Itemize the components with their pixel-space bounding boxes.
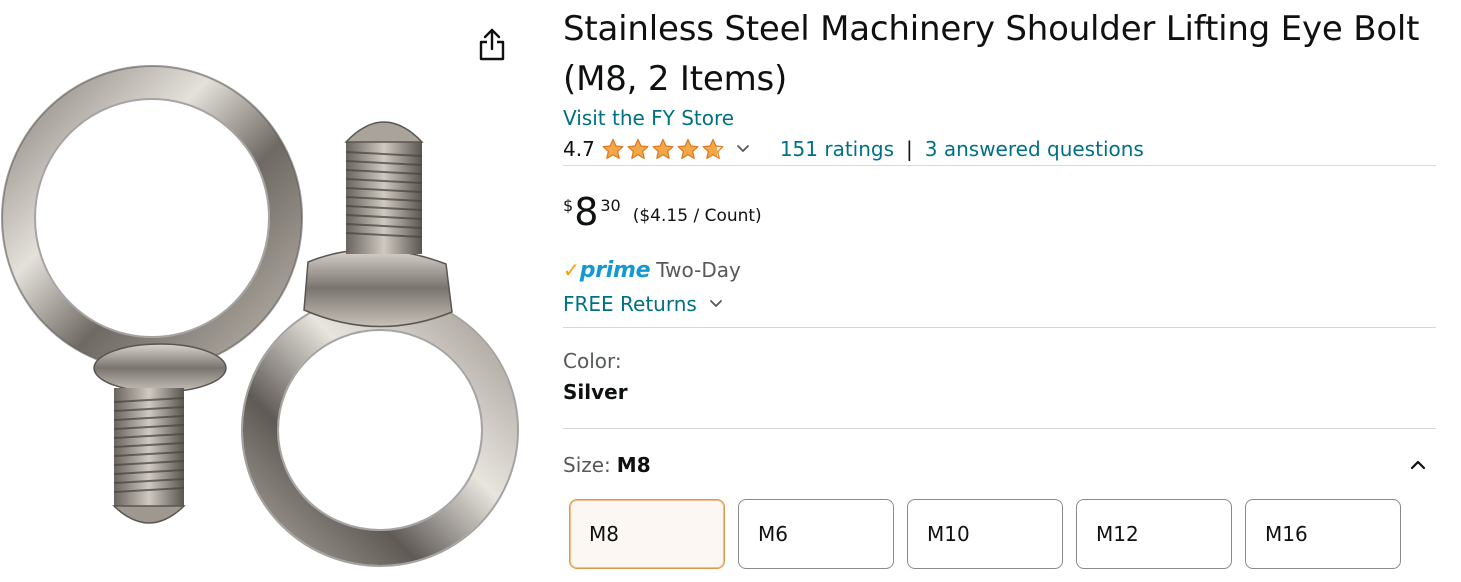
size-option-m8[interactable]: M8	[569, 499, 725, 569]
star-icon	[702, 138, 724, 159]
size-option-m10[interactable]: M10	[907, 499, 1063, 569]
size-label: Size:	[563, 453, 611, 477]
star-icon	[677, 138, 699, 159]
size-selector-header[interactable]: Size: M8	[563, 451, 1438, 479]
price-whole: 8	[574, 190, 599, 234]
size-option-label: M6	[758, 522, 788, 546]
size-option-label: M16	[1265, 522, 1308, 546]
size-option-label: M8	[589, 522, 619, 546]
eye-bolts-photo	[1, 65, 519, 567]
star-rating[interactable]	[601, 138, 726, 160]
share-icon	[479, 28, 505, 61]
chevron-down-icon	[736, 145, 749, 153]
color-value: Silver	[563, 380, 628, 404]
free-returns-toggle[interactable]: FREE Returns	[563, 290, 723, 318]
separator: |	[906, 137, 913, 161]
color-label: Color:	[563, 349, 622, 373]
price: $ 8 30 ($4.15 / Count)	[563, 192, 762, 240]
product-title: Stainless Steel Machinery Shoulder Lifti…	[563, 9, 1420, 99]
rating-value: 4.7	[563, 137, 595, 161]
size-options: M8 M6 M10 M12 M16	[569, 499, 1414, 569]
ratings-count-link[interactable]: 151 ratings	[780, 137, 894, 161]
store-link[interactable]: Visit the FY Store	[563, 104, 734, 132]
prime-logo: prime	[579, 257, 651, 283]
free-returns-label: FREE Returns	[563, 292, 697, 316]
price-symbol: $	[563, 196, 574, 215]
share-button[interactable]	[474, 26, 510, 64]
unit-price: ($4.15 / Count)	[632, 206, 762, 226]
rating-popover-toggle[interactable]	[736, 144, 750, 154]
answered-questions-link[interactable]: 3 answered questions	[925, 137, 1144, 161]
size-option-label: M10	[927, 522, 970, 546]
divider	[563, 327, 1436, 328]
star-icon	[652, 138, 674, 159]
rating-row: 4.7 151 ratings | 3 answered questions	[563, 135, 1438, 163]
chevron-down-icon	[709, 300, 722, 308]
prime-check-icon: ✓	[563, 258, 580, 282]
star-icon	[627, 138, 649, 159]
star-icon	[602, 138, 624, 159]
prime-speed: Two-Day	[656, 258, 741, 282]
size-option-m6[interactable]: M6	[738, 499, 894, 569]
chevron-up-icon	[1410, 460, 1426, 470]
prime-badge[interactable]: ✓ prime Two-Day	[563, 256, 741, 284]
size-option-m16[interactable]: M16	[1245, 499, 1401, 569]
divider	[563, 165, 1436, 166]
price-fraction: 30	[600, 196, 621, 215]
product-image[interactable]	[0, 0, 540, 582]
size-collapse-toggle[interactable]	[1406, 453, 1430, 477]
size-option-label: M12	[1096, 522, 1139, 546]
size-value: M8	[616, 453, 651, 477]
size-option-m12[interactable]: M12	[1076, 499, 1232, 569]
divider	[563, 428, 1436, 429]
